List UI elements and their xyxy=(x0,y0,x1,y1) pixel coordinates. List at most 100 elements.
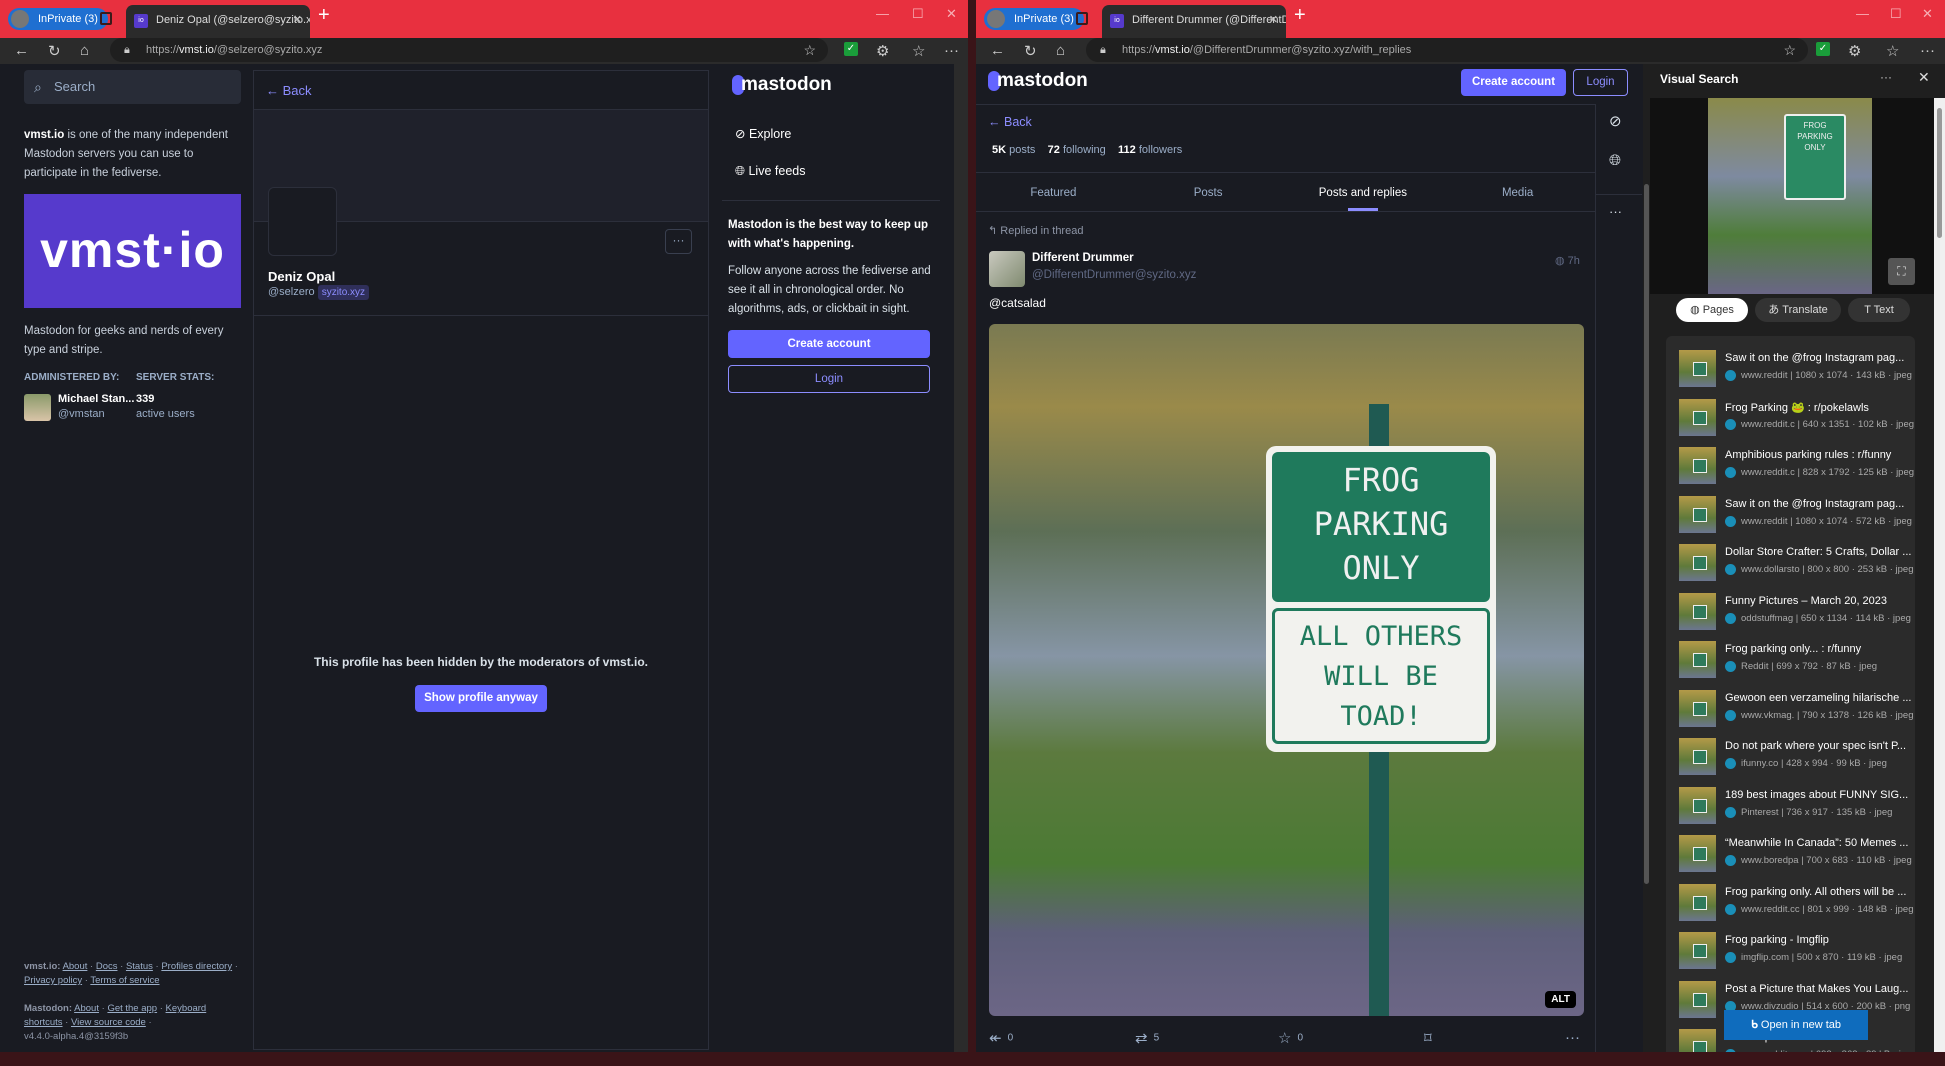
extensions-icon[interactable]: ⚙ xyxy=(876,42,889,60)
extensions-icon[interactable]: ⚙ xyxy=(1848,42,1861,60)
tab-active[interactable]: io Different Drummer (@DifferentDrummer✕ xyxy=(1102,5,1286,38)
profile-menu-button[interactable]: ··· xyxy=(665,229,692,254)
post-time[interactable]: ◍ 7h xyxy=(1555,254,1580,267)
boost-button[interactable]: ⇄ 5 xyxy=(1135,1029,1159,1047)
tab-featured[interactable]: Featured xyxy=(976,173,1131,211)
create-account-button[interactable]: Create account xyxy=(728,330,930,358)
scrollbar[interactable] xyxy=(954,64,968,1052)
more-icon[interactable]: ··· xyxy=(1880,70,1892,84)
footer-link[interactable]: About xyxy=(74,1003,99,1014)
result-item[interactable]: “Meanwhile In Canada”: 50 Memes ... www.b… xyxy=(1679,833,1915,879)
result-item[interactable]: Frog Parking 🐸 : r/pokelawls www.reddit.c… xyxy=(1679,397,1915,443)
new-tab-button[interactable]: + xyxy=(318,4,330,27)
result-item[interactable]: Amphibious parking rules : r/funny www.re… xyxy=(1679,445,1915,491)
close-window-icon[interactable]: ✕ xyxy=(1922,6,1933,22)
admin-avatar[interactable] xyxy=(24,394,51,421)
favorite-star-icon[interactable]: ☆ xyxy=(1783,38,1796,62)
back-button[interactable]: ← Back xyxy=(266,83,312,98)
footer-link[interactable]: Docs xyxy=(96,961,118,972)
close-tab-icon[interactable]: ✕ xyxy=(293,5,302,35)
extension-icon[interactable]: ✓ xyxy=(844,42,858,56)
open-in-new-tab-button[interactable]: ᑲ Open in new tab xyxy=(1724,1010,1868,1040)
inprivate-badge[interactable]: InPrivate (3) xyxy=(984,8,1084,30)
extension-icon[interactable]: ✓ xyxy=(1816,42,1830,56)
home-icon[interactable]: ⌂ xyxy=(80,42,89,59)
domain-badge[interactable]: syzito.xyz xyxy=(317,285,370,300)
create-account-button[interactable]: Create account xyxy=(1461,69,1566,96)
result-item[interactable]: Frog parking only. All others will be ..… xyxy=(1679,882,1915,928)
close-window-icon[interactable]: ✕ xyxy=(946,6,957,22)
tab-active[interactable]: io Deniz Opal (@selzero@syzito.xyz) ✕ xyxy=(126,5,310,38)
back-icon[interactable]: ← xyxy=(14,42,29,59)
footer-link[interactable]: View source code xyxy=(71,1017,146,1028)
crop-icon[interactable]: ⛶ xyxy=(1888,258,1915,285)
following-label[interactable]: following xyxy=(1063,144,1106,156)
footer-link[interactable]: Profiles directory xyxy=(161,961,232,972)
refresh-icon[interactable]: ↻ xyxy=(48,42,61,60)
back-icon[interactable]: ← xyxy=(990,42,1005,59)
result-item[interactable]: Gewoon een verzameling hilarische ... www… xyxy=(1679,688,1915,734)
chip-translate[interactable]: あ Translate xyxy=(1755,298,1841,322)
more-icon[interactable]: ··· xyxy=(1920,42,1935,59)
footer-link[interactable]: Terms of service xyxy=(90,975,159,986)
admin-name[interactable]: Michael Stan... xyxy=(58,393,134,405)
inprivate-badge[interactable]: InPrivate (3) xyxy=(8,8,108,30)
mastodon-logo[interactable]: mastodon xyxy=(732,74,832,96)
result-item[interactable]: Dollar Store Crafter: 5 Crafts, Dollar .… xyxy=(1679,542,1915,588)
scrollbar-thumb[interactable] xyxy=(1937,108,1942,238)
close-icon[interactable]: ✕ xyxy=(1918,69,1930,86)
author-avatar[interactable] xyxy=(989,251,1025,287)
tab-media[interactable]: Media xyxy=(1440,173,1595,211)
favourite-button[interactable]: ☆ 0 xyxy=(1278,1029,1303,1047)
scrollbar[interactable] xyxy=(1643,64,1650,1052)
result-item[interactable]: Frog parking - Imgflip imgflip.com | 500 … xyxy=(1679,930,1915,976)
chip-text[interactable]: T Text xyxy=(1848,298,1910,322)
maximize-icon[interactable]: ☐ xyxy=(1890,6,1902,22)
address-bar[interactable]: 🔒︎ https://vmst.io/@selzero@syzito.xyz ☆ xyxy=(110,38,828,62)
globe-icon[interactable]: 🌐︎ xyxy=(1609,152,1621,169)
footer-link[interactable]: Get the app xyxy=(107,1003,157,1014)
search-input[interactable]: Search xyxy=(24,70,241,104)
explore-icon[interactable]: ⊘ xyxy=(1609,112,1622,130)
login-button[interactable]: Login xyxy=(1573,69,1628,96)
nav-explore[interactable]: ⊘ Explore xyxy=(735,126,791,141)
address-bar[interactable]: 🔒︎ https://vmst.io/@DifferentDrummer@syzi… xyxy=(1086,38,1808,62)
admin-handle[interactable]: @vmstan xyxy=(58,408,105,420)
bookmark-button[interactable]: ⌑ xyxy=(1424,1029,1438,1047)
result-item[interactable]: Do not park where your spec isn't P... if… xyxy=(1679,736,1915,782)
maximize-icon[interactable]: ☐ xyxy=(912,6,924,22)
tab-actions-icon[interactable] xyxy=(1076,12,1088,25)
posts-label[interactable]: posts xyxy=(1009,144,1035,156)
followers-label[interactable]: followers xyxy=(1139,144,1182,156)
author-name[interactable]: Different Drummer xyxy=(1032,252,1134,264)
new-tab-button[interactable]: + xyxy=(1294,4,1306,27)
favorites-icon[interactable]: ☆ xyxy=(1886,42,1899,60)
minimize-icon[interactable]: — xyxy=(876,6,889,21)
footer-link[interactable]: Status xyxy=(126,961,153,972)
chip-pages[interactable]: ◍ Pages xyxy=(1676,298,1748,322)
footer-link[interactable]: Privacy policy xyxy=(24,975,82,986)
nav-live-feeds[interactable]: 🌐︎ Live feeds xyxy=(735,164,805,179)
favorites-icon[interactable]: ☆ xyxy=(912,42,925,60)
minimize-icon[interactable]: — xyxy=(1856,6,1869,21)
refresh-icon[interactable]: ↻ xyxy=(1024,42,1037,60)
tab-actions-icon[interactable] xyxy=(100,12,112,25)
result-item[interactable]: Frog parking only... : r/funny Reddit | 6… xyxy=(1679,639,1915,685)
show-profile-button[interactable]: Show profile anyway xyxy=(415,685,547,712)
result-item[interactable]: Saw it on the @frog Instagram pag... www.… xyxy=(1679,348,1915,394)
post-menu-button[interactable]: ··· xyxy=(1565,1029,1586,1046)
post-image[interactable]: FROG PARKING ONLY ALL OTHERS WILL BE TOAD! A… xyxy=(989,324,1584,1016)
tab-posts[interactable]: Posts xyxy=(1131,173,1286,211)
alt-badge[interactable]: ALT xyxy=(1545,991,1576,1008)
reply-button[interactable]: ↞ 0 xyxy=(989,1029,1013,1047)
result-item[interactable]: Saw it on the @frog Instagram pag... www.… xyxy=(1679,494,1915,540)
author-handle[interactable]: @DifferentDrummer@syzito.xyz xyxy=(1032,269,1196,281)
scrollbar-thumb[interactable] xyxy=(1644,184,1649,884)
tab-posts-and-replies[interactable]: Posts and replies xyxy=(1286,173,1441,211)
back-button[interactable]: ← Back xyxy=(988,115,1032,129)
login-button[interactable]: Login xyxy=(728,365,930,393)
more-icon[interactable]: ··· xyxy=(944,42,959,59)
result-item[interactable]: Funny Pictures – March 20, 2023 oddstuffm… xyxy=(1679,591,1915,637)
home-icon[interactable]: ⌂ xyxy=(1056,42,1065,59)
footer-link[interactable]: About xyxy=(63,961,88,972)
